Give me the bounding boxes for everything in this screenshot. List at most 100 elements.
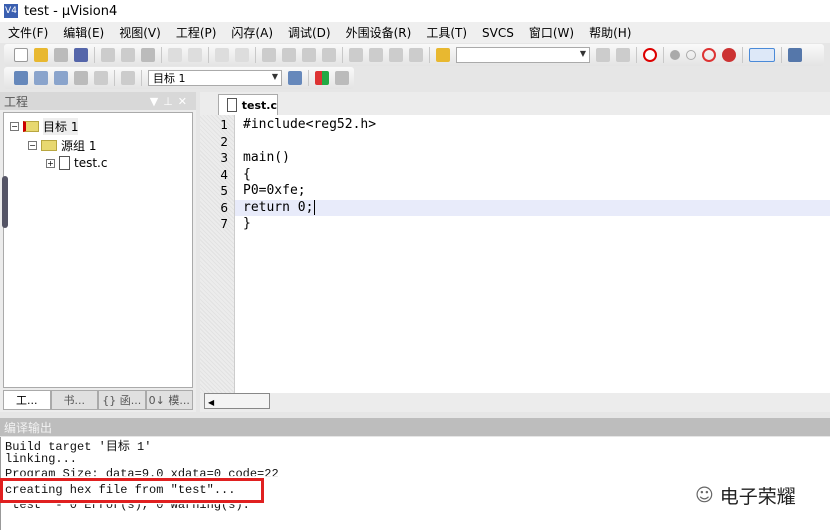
line-number-gutter: 1 2 3 4 5 6 7	[200, 115, 235, 393]
manage-books-icon[interactable]	[335, 71, 349, 85]
undo-icon[interactable]	[168, 48, 182, 62]
menu-file[interactable]: 文件(F)	[8, 24, 48, 41]
project-panel-header: 工程 ▼⊥✕	[0, 92, 196, 110]
menu-help[interactable]: 帮助(H)	[589, 24, 631, 41]
nav-back-icon[interactable]	[215, 48, 229, 62]
find-icon[interactable]	[596, 48, 610, 62]
output-line: linking...	[5, 452, 78, 466]
menu-view[interactable]: 视图(V)	[119, 24, 161, 41]
bookmark-prev-icon[interactable]	[282, 48, 296, 62]
collapse-icon[interactable]: −	[10, 122, 19, 131]
project-tree: − 目标 1 − 源组 1 + test.c	[3, 112, 193, 388]
find-in-files-icon[interactable]	[436, 48, 450, 62]
target-folder-icon	[23, 121, 39, 132]
tab-books[interactable]: 书...	[50, 390, 98, 410]
breakpoint-kill-all-icon[interactable]	[722, 48, 736, 62]
collapse-icon[interactable]: −	[28, 141, 37, 150]
new-file-icon[interactable]	[14, 48, 28, 62]
folder-icon	[41, 140, 57, 151]
line-number: 5	[220, 184, 228, 198]
menu-flash[interactable]: 闪存(A)	[231, 24, 273, 41]
line-number: 1	[220, 118, 228, 132]
line-number: 2	[220, 134, 228, 149]
window-layout-icon[interactable]	[749, 48, 775, 62]
highlight-box	[0, 478, 264, 503]
expand-icon[interactable]: +	[46, 158, 55, 168]
horizontal-scrollbar[interactable]: ◀	[204, 393, 270, 409]
menu-bar: 文件(F) 编辑(E) 视图(V) 工程(P) 闪存(A) 调试(D) 外围设备…	[0, 22, 830, 43]
code-line: #include<reg52.h>	[243, 117, 377, 132]
comment-icon[interactable]	[389, 48, 403, 62]
paste-icon[interactable]	[141, 48, 155, 62]
tree-node-file[interactable]: + test.c	[46, 156, 107, 170]
current-line-highlight	[235, 200, 830, 216]
project-panel: 工程 ▼⊥✕ − 目标 1 − 源组 1 + test.c 工... 书... {} …	[0, 92, 196, 412]
uncomment-icon[interactable]	[409, 48, 423, 62]
translate-icon[interactable]	[14, 71, 28, 85]
code-line: }	[243, 216, 251, 231]
batch-build-icon[interactable]	[74, 71, 88, 85]
find-combo[interactable]: ▼	[456, 47, 590, 63]
watermark: ☺ 电子荣耀	[695, 485, 796, 508]
unindent-icon[interactable]	[369, 48, 383, 62]
menu-edit[interactable]: 编辑(E)	[63, 24, 104, 41]
wechat-icon: ☺	[695, 485, 714, 506]
line-number: 4	[220, 167, 228, 182]
code-line: {	[243, 166, 251, 182]
bookmark-next-icon[interactable]	[302, 48, 316, 62]
menu-window[interactable]: 窗口(W)	[529, 24, 574, 41]
bookmark-clear-icon[interactable]	[322, 48, 336, 62]
menu-svcs[interactable]: SVCS	[482, 26, 514, 40]
panel-menu-icon[interactable]: ▼	[150, 95, 163, 108]
cut-icon[interactable]	[101, 48, 115, 62]
output-panel-title: 编译输出	[4, 420, 53, 435]
download-load-icon[interactable]	[121, 71, 135, 85]
scroll-left-icon[interactable]: ◀	[205, 398, 214, 407]
rebuild-icon[interactable]	[54, 71, 68, 85]
bookmark-icon[interactable]	[262, 48, 276, 62]
c-file-icon	[227, 98, 237, 112]
tab-templates[interactable]: 0↓ 模...	[145, 390, 193, 410]
menu-debug[interactable]: 调试(D)	[288, 24, 331, 41]
code-editor[interactable]: #include<reg52.h> main() { P0=0xfe; retu…	[235, 115, 830, 393]
target-select[interactable]: 目标 1 ▼	[148, 70, 282, 86]
target-options-icon[interactable]	[288, 71, 302, 85]
open-file-icon[interactable]	[34, 48, 48, 62]
close-icon[interactable]: ✕	[178, 95, 192, 108]
editor-panel: test.c 1 2 3 4 5 6 7 #include<reg52.h> m…	[200, 92, 830, 412]
manage-components-icon[interactable]	[315, 71, 329, 85]
tab-functions[interactable]: {} 函...	[98, 390, 146, 410]
pin-icon[interactable]: ⊥	[163, 95, 178, 108]
code-line: return 0;	[243, 199, 316, 215]
line-number: 3	[220, 151, 228, 165]
configure-wrench-icon[interactable]	[788, 48, 802, 62]
tree-scrollbar[interactable]	[2, 176, 8, 228]
nav-forward-icon[interactable]	[235, 48, 249, 62]
breakpoint-icon[interactable]	[670, 50, 680, 60]
tab-project[interactable]: 工...	[3, 390, 51, 410]
incremental-find-icon[interactable]	[616, 48, 630, 62]
redo-icon[interactable]	[188, 48, 202, 62]
breakpoint-disable-icon[interactable]	[686, 50, 696, 60]
menu-tools[interactable]: 工具(T)	[426, 24, 467, 41]
app-logo-icon: V4	[4, 4, 18, 18]
title-bar: V4 test - µVision4	[0, 0, 830, 22]
indent-icon[interactable]	[349, 48, 363, 62]
stop-build-icon[interactable]	[94, 71, 108, 85]
save-all-icon[interactable]	[74, 48, 88, 62]
tree-node-group[interactable]: − 源组 1	[28, 137, 96, 154]
debug-session-icon[interactable]	[643, 48, 657, 62]
window-title: test - µVision4	[24, 3, 118, 19]
build-icon[interactable]	[34, 71, 48, 85]
menu-peripherals[interactable]: 外围设备(R)	[346, 24, 412, 41]
menu-project[interactable]: 工程(P)	[176, 24, 217, 41]
project-panel-tabs: 工... 书... {} 函... 0↓ 模...	[3, 390, 193, 410]
tree-node-target[interactable]: − 目标 1	[10, 118, 79, 135]
copy-icon[interactable]	[121, 48, 135, 62]
c-file-icon	[59, 156, 70, 170]
project-panel-title: 工程	[4, 94, 29, 109]
breakpoint-disable-all-icon[interactable]	[702, 48, 716, 62]
tab-test-c[interactable]: test.c	[218, 94, 278, 115]
line-number: 6	[220, 200, 228, 215]
save-icon[interactable]	[54, 48, 68, 62]
